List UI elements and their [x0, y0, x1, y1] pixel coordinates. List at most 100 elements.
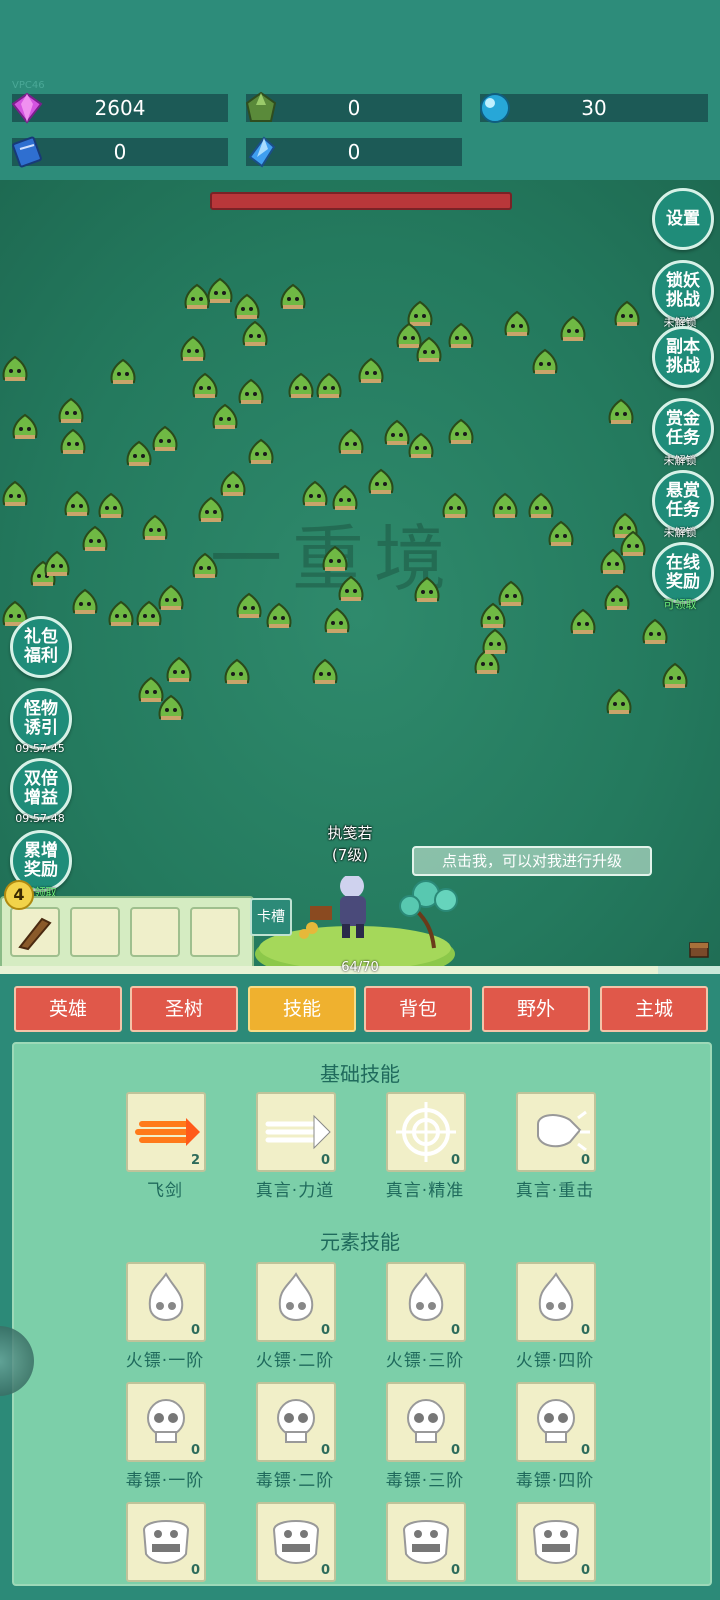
slime-monster: [242, 320, 268, 346]
poison-skill-2[interactable]: 0: [386, 1382, 466, 1462]
basic-skill-2[interactable]: 0: [386, 1092, 466, 1172]
right-menu-status: 可领取: [663, 598, 697, 611]
left-menu-label: 双倍增益: [24, 769, 58, 808]
skill-level: 0: [450, 1323, 460, 1338]
upgrade-tip-bubble[interactable]: 点击我，可以对我进行升级: [412, 846, 652, 876]
slime-monster: [600, 548, 626, 574]
slime-monster: [288, 372, 314, 398]
right-menu-label: 在线奖励: [666, 553, 700, 592]
fire-skill-2[interactable]: 0: [386, 1262, 466, 1342]
poison-skill-0[interactable]: 0: [126, 1382, 206, 1462]
row4-skill-2[interactable]: 0: [386, 1502, 466, 1582]
slime-monster: [324, 607, 350, 633]
tab-3[interactable]: 背包: [364, 986, 472, 1032]
slime-monster: [322, 545, 348, 571]
row4-skill-0[interactable]: 0: [126, 1502, 206, 1582]
row4-skill-3[interactable]: 0: [516, 1502, 596, 1582]
card-slot-button[interactable]: 卡槽: [250, 898, 292, 936]
card-slot-3[interactable]: [130, 907, 180, 957]
slime-monster: [532, 348, 558, 374]
book-value: 0: [113, 140, 127, 164]
skills-panel: [12, 1042, 712, 1586]
slime-monster: [280, 283, 306, 309]
slime-monster: [158, 694, 184, 720]
basic-skills-title: 基础技能: [320, 1062, 400, 1086]
right-menu-label: 悬赏任务: [666, 481, 700, 520]
slime-monster: [234, 293, 260, 319]
slime-monster: [606, 688, 632, 714]
slime-monster: [358, 357, 384, 383]
skill-level: 0: [580, 1153, 590, 1168]
skill-level: 0: [190, 1563, 200, 1578]
slime-monster: [2, 480, 28, 506]
slime-monster: [316, 372, 342, 398]
purple-gem-icon: [11, 92, 43, 124]
right-menu-button-2[interactable]: 副本挑战: [652, 326, 714, 388]
left-menu-label: 累增奖励: [24, 841, 58, 880]
tab-5[interactable]: 主城: [600, 986, 708, 1032]
slime-monster: [72, 588, 98, 614]
card-slot-4[interactable]: [190, 907, 240, 957]
row4-skill-1[interactable]: 0: [256, 1502, 336, 1582]
skill-level: 0: [320, 1563, 330, 1578]
slime-monster: [180, 335, 206, 361]
tab-4[interactable]: 野外: [482, 986, 590, 1032]
slime-monster: [338, 575, 364, 601]
slime-monster: [192, 552, 218, 578]
slime-monster: [414, 576, 440, 602]
right-menu-button-0[interactable]: 设置: [652, 188, 714, 250]
basic-skill-3[interactable]: 0: [516, 1092, 596, 1172]
right-menu-button-3[interactable]: 赏金任务: [652, 398, 714, 460]
skill-level: 0: [320, 1443, 330, 1458]
right-menu-button-1[interactable]: 锁妖挑战: [652, 260, 714, 322]
slime-monster: [312, 658, 338, 684]
skill-name: 火镖·二阶: [255, 1351, 335, 1371]
slime-monster: [212, 403, 238, 429]
poison-skill-3[interactable]: 0: [516, 1382, 596, 1462]
skill-name: 飞剑: [147, 1181, 183, 1201]
basic-skill-1[interactable]: 0: [256, 1092, 336, 1172]
tab-1[interactable]: 圣树: [130, 986, 238, 1032]
sacred-tree-icon[interactable]: [396, 880, 466, 950]
green-crystal-icon: [245, 91, 277, 122]
slime-monster: [480, 602, 506, 628]
right-menu-button-5[interactable]: 在线奖励: [652, 542, 714, 604]
fire-skill-3[interactable]: 0: [516, 1262, 596, 1342]
slime-monster: [236, 592, 262, 618]
left-menu-button-0[interactable]: 礼包福利: [10, 616, 72, 678]
book-icon: [12, 136, 42, 168]
card-slot-1[interactable]: [10, 907, 60, 957]
slime-monster: [368, 468, 394, 494]
gem-counter: 2604: [12, 94, 228, 122]
basic-skill-0[interactable]: 2: [126, 1092, 206, 1172]
slime-monster: [614, 300, 640, 326]
skill-level: 0: [450, 1153, 460, 1168]
right-menu-label: 设置: [666, 208, 700, 229]
slime-monster: [570, 608, 596, 634]
card-slot-2[interactable]: [70, 907, 120, 957]
left-menu-status: 09:57:45: [15, 742, 65, 755]
chest-icon[interactable]: [688, 938, 710, 960]
tab-2[interactable]: 技能: [248, 986, 356, 1032]
slime-monster: [166, 656, 192, 682]
green-crystal-value: 0: [347, 96, 361, 120]
slime-monster: [338, 428, 364, 454]
fire-skill-0[interactable]: 0: [126, 1262, 206, 1342]
left-menu-button-1[interactable]: 怪物诱引: [10, 688, 72, 750]
blue-crystal-counter: 0: [246, 138, 462, 166]
fire-skill-1[interactable]: 0: [256, 1262, 336, 1342]
right-menu-status: 未解锁: [663, 526, 697, 539]
skill-level: 2: [190, 1153, 200, 1168]
slime-monster: [224, 658, 250, 684]
tab-0[interactable]: 英雄: [14, 986, 122, 1032]
hero-nameplate: 执笺若 (7级): [310, 822, 390, 866]
blue-crystal-value: 0: [347, 140, 361, 164]
card-count-badge: 4: [4, 880, 34, 910]
right-menu-button-4[interactable]: 悬赏任务: [652, 470, 714, 532]
left-menu-button-2[interactable]: 双倍增益: [10, 758, 72, 820]
slime-monster: [448, 322, 474, 348]
slime-monster: [98, 492, 124, 518]
slime-monster: [548, 520, 574, 546]
vpc-label: VPC46: [12, 80, 45, 91]
poison-skill-1[interactable]: 0: [256, 1382, 336, 1462]
